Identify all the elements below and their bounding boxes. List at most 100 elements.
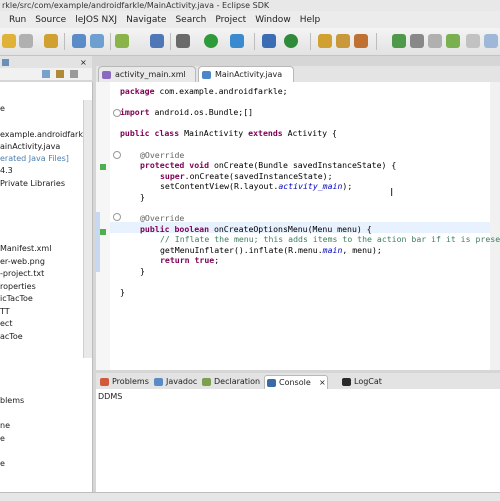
explorer-icon — [2, 59, 9, 66]
save-icon[interactable] — [90, 34, 104, 48]
menu-help[interactable]: Help — [300, 15, 321, 25]
code-line: import android.os.Bundle;[] — [120, 107, 254, 117]
android-icon[interactable] — [150, 34, 164, 48]
annotation-icon[interactable] — [392, 34, 406, 48]
tree-item[interactable]: ainActivity.java — [0, 142, 60, 151]
next-annotation-icon[interactable] — [446, 34, 460, 48]
problems-icon — [100, 378, 109, 386]
open-type-icon[interactable] — [336, 34, 350, 48]
tree-item[interactable]: erated Java Files] — [0, 154, 69, 163]
editor-tab-bar: activity_main.xml MainActivity.java — [96, 66, 500, 83]
tab-label: Declaration — [214, 377, 261, 386]
menu-project[interactable]: Project — [215, 15, 246, 25]
change-icon — [100, 229, 106, 235]
link-editor-icon[interactable] — [56, 70, 64, 78]
console-text: DDMS — [98, 392, 123, 401]
tab-label: MainActivity.java — [215, 70, 283, 79]
console-view: DDMS — [96, 389, 500, 492]
menu-navigate[interactable]: Navigate — [126, 15, 166, 25]
last-edit-icon[interactable] — [466, 34, 480, 48]
tab-javadoc[interactable]: Javadoc — [152, 375, 197, 389]
collapse-all-icon[interactable] — [42, 70, 50, 78]
code-line: // Inflate the menu; this adds items to … — [160, 234, 500, 244]
change-icon — [100, 164, 106, 170]
tab-label: Console — [279, 378, 311, 387]
menu-source[interactable]: Source — [35, 15, 66, 25]
tree-item[interactable]: -project.txt — [0, 269, 44, 278]
forward-icon[interactable] — [484, 34, 498, 48]
tab-label: LogCat — [354, 377, 382, 386]
code-line: public class MainActivity extends Activi… — [120, 128, 337, 138]
tree-item[interactable]: e — [0, 434, 5, 443]
fold-icon[interactable] — [113, 151, 121, 159]
back-icon[interactable] — [2, 34, 16, 48]
menu-run[interactable]: Run — [9, 15, 26, 25]
tree-item[interactable]: ect — [0, 319, 12, 328]
new-icon[interactable] — [72, 34, 86, 48]
change-marker — [96, 212, 100, 272]
debug-icon[interactable] — [230, 34, 244, 48]
code-line: super.onCreate(savedInstanceState); — [160, 171, 333, 181]
tab-problems[interactable]: Problems — [98, 375, 149, 389]
edit-icon[interactable] — [410, 34, 424, 48]
gear-icon[interactable] — [176, 34, 190, 48]
tree-item[interactable]: TT — [0, 307, 10, 316]
window-title: rkle/src/com/example/androidfarkle/MainA… — [0, 0, 500, 11]
tab-label: Problems — [112, 377, 149, 386]
tree-item[interactable]: Manifest.xml — [0, 244, 51, 253]
run-icon[interactable] — [204, 34, 218, 48]
code-line: } — [140, 192, 145, 202]
tab-label: activity_main.xml — [115, 70, 186, 79]
menu-window[interactable]: Window — [255, 15, 291, 25]
code-line: package com.example.androidfarkle; — [120, 86, 288, 96]
tab-declaration[interactable]: Declaration — [200, 375, 260, 389]
code-line: } — [120, 287, 125, 297]
tree-item[interactable]: 4.3 — [0, 166, 13, 175]
tree-item[interactable]: roperties — [0, 282, 36, 291]
folder-icon[interactable] — [44, 34, 58, 48]
explorer-scrollbar[interactable] — [83, 100, 92, 358]
package-explorer: e example.androidfarkle ainActivity.java… — [0, 82, 93, 370]
dropdown-icon[interactable] — [19, 34, 33, 48]
globe-icon[interactable] — [284, 34, 298, 48]
javadoc-icon — [154, 378, 163, 386]
tab-label: Javadoc — [166, 377, 198, 386]
menu-search[interactable]: Search — [175, 15, 206, 25]
tree-item[interactable]: blems — [0, 396, 24, 405]
toolbar — [0, 28, 500, 56]
search-icon[interactable] — [354, 34, 368, 48]
code-line: @Override — [140, 213, 185, 223]
xml-file-icon — [102, 71, 111, 79]
bottom-tab-bar: Problems Javadoc Declaration Console × L… — [96, 373, 500, 390]
code-line: protected void onCreate(Bundle savedInst… — [140, 160, 397, 170]
fold-icon[interactable] — [113, 213, 121, 221]
tab-activity-main[interactable]: activity_main.xml — [98, 66, 196, 82]
tree-item[interactable]: Private Libraries — [0, 179, 65, 188]
checklist-icon[interactable] — [115, 34, 129, 48]
close-icon[interactable]: × — [319, 376, 326, 390]
tab-logcat[interactable]: LogCat — [340, 375, 382, 389]
view-menu-icon[interactable] — [70, 70, 78, 78]
tree-item[interactable]: icTacToe — [0, 294, 33, 303]
close-icon[interactable]: × — [80, 58, 87, 67]
prev-annotation-icon[interactable] — [428, 34, 442, 48]
tree-item[interactable]: ne — [0, 421, 10, 430]
tree-item[interactable]: acToe — [0, 332, 23, 341]
code-line: return true; — [160, 255, 220, 265]
code-line: public boolean onCreateOptionsMenu(Menu … — [140, 224, 372, 234]
tree-item[interactable]: er-web.png — [0, 257, 45, 266]
explorer-toolbar — [0, 68, 92, 80]
code-line: } — [140, 266, 145, 276]
text-cursor: I — [390, 186, 394, 199]
tree-item[interactable]: e — [0, 104, 5, 113]
tab-console[interactable]: Console × — [264, 375, 328, 389]
menu-lejos[interactable]: leJOS NXJ — [75, 15, 117, 25]
code-line: @Override — [140, 150, 185, 160]
grid-icon[interactable] — [262, 34, 276, 48]
tree-item[interactable]: e — [0, 459, 5, 468]
menu-bar: Run Source leJOS NXJ Navigate Search Pro… — [0, 11, 500, 29]
declaration-icon — [202, 378, 211, 386]
tree-item[interactable]: example.androidfarkle — [0, 130, 90, 139]
tab-main-activity[interactable]: MainActivity.java — [198, 66, 294, 82]
open-folder-icon[interactable] — [318, 34, 332, 48]
